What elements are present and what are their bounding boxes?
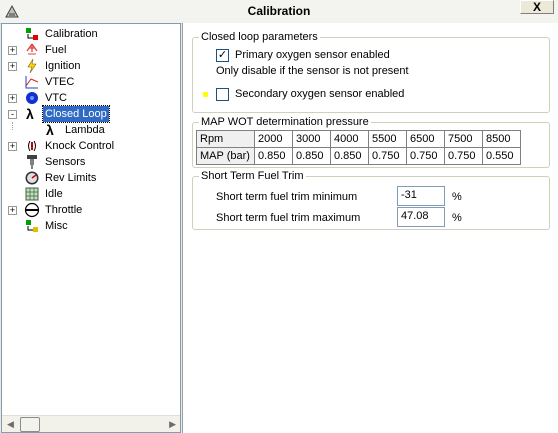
map-row: MAP (bar) 0.850 0.850 0.850 0.750 0.750 … — [196, 147, 521, 165]
tree-label: Calibration — [45, 28, 98, 40]
vtc-icon — [26, 92, 38, 104]
table-cell[interactable]: 0.850 — [254, 147, 293, 165]
expand-toggle[interactable]: + — [8, 62, 17, 71]
tree-label: Idle — [45, 188, 63, 200]
collapse-toggle[interactable]: - — [8, 110, 17, 119]
tree-item-misc[interactable]: Misc — [2, 218, 180, 234]
table-cell[interactable]: 0.850 — [330, 147, 369, 165]
primary-sensor-checkbox[interactable]: ✓ — [216, 49, 229, 62]
navigation-tree[interactable]: Calibration + Fuel + Ignition VTEC + VTC… — [1, 23, 181, 433]
tree-label: Misc — [45, 220, 68, 232]
table-cell[interactable]: 0.750 — [406, 147, 445, 165]
secondary-sensor-checkbox[interactable] — [216, 88, 229, 101]
table-cell[interactable]: 2000 — [254, 130, 293, 148]
title-bar: Calibration X — [0, 0, 558, 24]
expand-toggle[interactable]: + — [8, 46, 17, 55]
tree-item-vtec[interactable]: VTEC — [2, 74, 180, 90]
group-legend: Closed loop parameters — [199, 31, 320, 43]
secondary-sensor-label: Secondary oxygen sensor enabled — [235, 88, 405, 100]
tree-label: Throttle — [45, 204, 83, 216]
tree-item-throttle[interactable]: + Throttle — [2, 202, 180, 218]
sensor-icon — [27, 155, 37, 169]
table-cell[interactable]: 0.750 — [368, 147, 407, 165]
table-cell[interactable]: 3000 — [292, 130, 331, 148]
table-cell[interactable]: 0.850 — [292, 147, 331, 165]
tree-label: VTC — [45, 92, 67, 104]
table-cell[interactable]: 5500 — [368, 130, 407, 148]
tree-item-lambda[interactable]: λ Lambda — [2, 122, 180, 138]
tree-label: Lambda — [65, 124, 105, 136]
expand-toggle[interactable]: + — [8, 142, 17, 151]
tree-item-knock-control[interactable]: + Knock Control — [2, 138, 180, 154]
tree-item-vtc[interactable]: + VTC — [2, 90, 180, 106]
scroll-right-icon[interactable]: ▶ — [169, 419, 176, 430]
stft-max-label: Short term fuel trim maximum — [216, 212, 361, 224]
closed-loop-group: Closed loop parameters ✓ Primary oxygen … — [192, 31, 550, 113]
table-cell[interactable]: 0.750 — [444, 147, 483, 165]
expand-toggle[interactable]: + — [8, 94, 17, 103]
expand-toggle[interactable]: + — [8, 206, 17, 215]
stft-group: Short Term Fuel Trim Short term fuel tri… — [192, 170, 550, 230]
rpm-row: Rpm 2000 3000 4000 5500 6500 7500 8500 — [196, 130, 521, 148]
calibration-icon — [26, 28, 38, 40]
indicator-dot — [203, 92, 208, 97]
row-header: MAP (bar) — [196, 147, 255, 165]
table-cell[interactable]: 6500 — [406, 130, 445, 148]
primary-sensor-label: Primary oxygen sensor enabled — [235, 49, 390, 61]
idle-icon — [25, 187, 39, 201]
tree-label: Closed Loop — [42, 105, 110, 123]
tree-item-idle[interactable]: Idle — [2, 186, 180, 202]
stft-max-unit: % — [452, 212, 462, 224]
table-cell[interactable]: 8500 — [482, 130, 521, 148]
row-header: Rpm — [196, 130, 255, 148]
tree-item-calibration[interactable]: Calibration — [2, 26, 180, 42]
window-title: Calibration — [247, 4, 311, 18]
stft-min-unit: % — [452, 191, 462, 203]
tree-item-sensors[interactable]: Sensors — [2, 154, 180, 170]
table-cell[interactable]: 4000 — [330, 130, 369, 148]
map-wot-group: MAP WOT determination pressure Rpm 2000 … — [192, 116, 550, 168]
settings-panel: Closed loop parameters ✓ Primary oxygen … — [182, 23, 558, 433]
lambda-icon: λ — [26, 106, 34, 122]
calibration-window: Calibration X Calibration + Fuel + Ignit… — [0, 0, 558, 433]
fuel-icon — [26, 43, 38, 55]
tree-label: Rev Limits — [45, 172, 97, 184]
lightning-icon — [27, 58, 37, 74]
group-legend: MAP WOT determination pressure — [199, 116, 371, 128]
scroll-thumb[interactable] — [20, 417, 40, 432]
misc-icon — [26, 220, 38, 232]
lambda-icon: λ — [46, 122, 54, 138]
stft-min-label: Short term fuel trim minimum — [216, 191, 358, 203]
rev-limit-icon — [25, 171, 39, 185]
scroll-left-icon[interactable]: ◀ — [7, 419, 14, 430]
tree-label: Ignition — [45, 60, 81, 72]
close-button[interactable]: X — [520, 0, 554, 14]
table-cell[interactable]: 0.550 — [482, 147, 521, 165]
stft-max-input[interactable]: 47.08 — [397, 207, 445, 227]
tree-item-fuel[interactable]: + Fuel — [2, 42, 180, 58]
knock-icon — [28, 140, 36, 152]
tree-item-ignition[interactable]: + Ignition — [2, 58, 180, 74]
tree-label: Fuel — [45, 44, 67, 56]
tree-label: VTEC — [45, 76, 75, 88]
tree-item-rev-limits[interactable]: Rev Limits — [2, 170, 180, 186]
table-cell[interactable]: 7500 — [444, 130, 483, 148]
tree-label: Knock Control — [45, 140, 115, 152]
stft-min-input[interactable]: -31 — [397, 186, 445, 206]
group-legend: Short Term Fuel Trim — [199, 170, 306, 182]
tree-item-closed-loop[interactable]: - λ Closed Loop — [2, 105, 180, 123]
map-wot-table[interactable]: Rpm 2000 3000 4000 5500 6500 7500 8500 M… — [196, 130, 521, 165]
primary-sensor-hint: Only disable if the sensor is not presen… — [216, 65, 409, 77]
horizontal-scrollbar[interactable]: ◀ ▶ — [2, 415, 180, 432]
vtec-icon — [25, 76, 39, 89]
tree-label: Sensors — [45, 156, 86, 168]
throttle-icon — [24, 202, 40, 218]
